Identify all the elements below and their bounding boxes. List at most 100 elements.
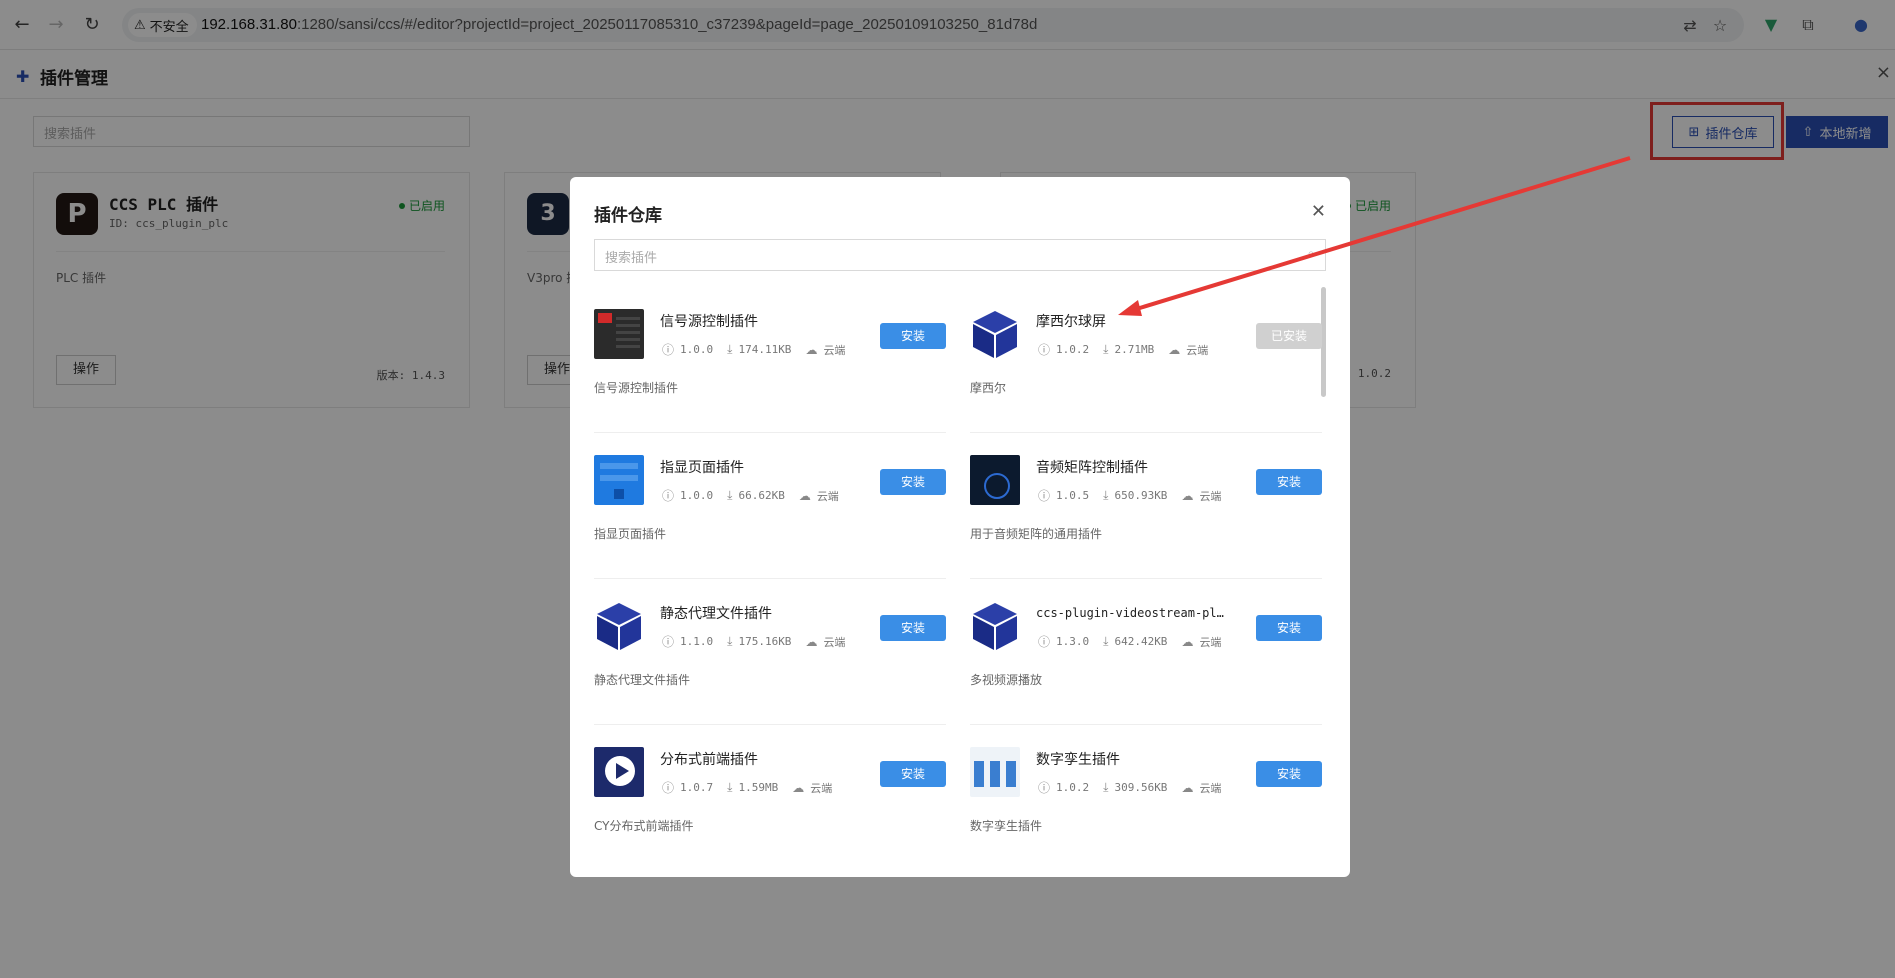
repo-plugin-name: 数字孪生插件 bbox=[1036, 752, 1120, 768]
divider bbox=[970, 578, 1322, 579]
repo-plugin-version: 1.0.5 bbox=[1056, 489, 1090, 502]
installed-button[interactable]: 已安装 bbox=[1256, 323, 1322, 349]
repo-plugin-source: 云端 bbox=[823, 635, 846, 649]
repo-plugin-item: 摩西尔球屏 ⓘ 1.0.2 ⤓ 2.71MB ☁ 云端 摩西尔 已安装 bbox=[970, 299, 1322, 435]
repo-plugin-name: 指显页面插件 bbox=[660, 460, 744, 476]
install-button[interactable]: 安装 bbox=[1256, 761, 1322, 787]
repo-plugin-size: 650.93KB bbox=[1114, 489, 1168, 502]
info-icon: ⓘ bbox=[662, 781, 675, 795]
repo-plugin-name: 分布式前端插件 bbox=[660, 752, 758, 768]
cube-icon bbox=[597, 603, 641, 650]
cloud-icon: ☁ bbox=[1181, 488, 1194, 503]
repo-plugin-item: 指显页面插件 ⓘ 1.0.0 ⤓ 66.62KB ☁ 云端 指显页面插件 安装 bbox=[594, 445, 946, 581]
install-button[interactable]: 安装 bbox=[880, 469, 946, 495]
repo-plugin-version: 1.3.0 bbox=[1056, 635, 1090, 648]
dialog-close-icon[interactable]: ✕ bbox=[1311, 201, 1326, 222]
repo-plugin-desc: 数字孪生插件 bbox=[970, 819, 1043, 833]
repo-plugin-source: 云端 bbox=[810, 781, 833, 795]
info-icon: ⓘ bbox=[662, 343, 675, 357]
download-icon: ⤓ bbox=[727, 780, 733, 794]
repo-plugin-size: 66.62KB bbox=[738, 489, 785, 502]
repo-plugin-version: 1.1.0 bbox=[680, 635, 714, 648]
install-button[interactable]: 安装 bbox=[880, 615, 946, 641]
download-icon: ⤓ bbox=[1103, 342, 1109, 356]
digital-twin-plugin-logo bbox=[970, 747, 1020, 797]
divider bbox=[594, 432, 946, 433]
repo-plugin-source: 云端 bbox=[1186, 343, 1209, 357]
cloud-icon: ☁ bbox=[1168, 342, 1181, 357]
repo-plugin-source: 云端 bbox=[1199, 489, 1222, 503]
download-icon: ⤓ bbox=[727, 342, 733, 356]
repo-plugin-version: 1.0.7 bbox=[680, 781, 714, 794]
repo-plugin-meta: ⓘ 1.3.0 ⤓ 642.42KB ☁ 云端 bbox=[1038, 633, 1221, 650]
repo-plugin-name: 音频矩阵控制插件 bbox=[1036, 460, 1148, 476]
divider bbox=[594, 578, 946, 579]
repo-plugin-desc: 信号源控制插件 bbox=[594, 381, 679, 395]
repo-plugin-item: 分布式前端插件 ⓘ 1.0.7 ⤓ 1.59MB ☁ 云端 CY分布式前端插件 安装 bbox=[594, 737, 946, 873]
install-button[interactable]: 安装 bbox=[880, 761, 946, 787]
repo-plugin-size: 2.71MB bbox=[1114, 343, 1155, 356]
repo-plugin-name: 静态代理文件插件 bbox=[660, 606, 772, 622]
repo-plugin-meta: ⓘ 1.1.0 ⤓ 175.16KB ☁ 云端 bbox=[662, 633, 845, 650]
divider bbox=[970, 724, 1322, 725]
repo-plugin-version: 1.0.0 bbox=[680, 489, 714, 502]
repo-plugin-meta: ⓘ 1.0.5 ⤓ 650.93KB ☁ 云端 bbox=[1038, 487, 1221, 504]
repo-plugin-source: 云端 bbox=[1199, 781, 1222, 795]
cloud-icon: ☁ bbox=[792, 780, 805, 795]
download-icon: ⤓ bbox=[1103, 488, 1109, 502]
cloud-icon: ☁ bbox=[1181, 634, 1194, 649]
dialog-search-placeholder: 搜索插件 bbox=[605, 251, 658, 266]
download-icon: ⤓ bbox=[727, 488, 733, 502]
dialog-title: 插件仓库 bbox=[594, 206, 662, 226]
download-icon: ⤓ bbox=[727, 634, 733, 648]
repo-plugin-size: 175.16KB bbox=[738, 635, 792, 648]
repo-plugin-desc: 摩西尔 bbox=[970, 381, 1007, 395]
info-icon: ⓘ bbox=[662, 489, 675, 503]
repo-plugin-name: 信号源控制插件 bbox=[660, 314, 758, 330]
play-icon bbox=[594, 747, 644, 797]
finger-display-plugin-logo bbox=[594, 455, 644, 505]
repo-plugin-meta: ⓘ 1.0.2 ⤓ 2.71MB ☁ 云端 bbox=[1038, 341, 1208, 358]
repo-plugin-meta: ⓘ 1.0.7 ⤓ 1.59MB ☁ 云端 bbox=[662, 779, 832, 796]
cloud-icon: ☁ bbox=[798, 488, 811, 503]
repo-plugin-name: ccs-plugin-videostream-pla… bbox=[1036, 606, 1226, 620]
plugin-repository-dialog: 插件仓库 ✕ 搜索插件 ⌕ 信号源控制插件 ⓘ 1.0.0 ⤓ 174.11KB ☁… bbox=[570, 177, 1350, 877]
audio-matrix-plugin-logo bbox=[970, 455, 1020, 505]
cube-icon bbox=[973, 311, 1017, 358]
repo-plugin-desc: 指显页面插件 bbox=[594, 527, 667, 541]
repo-plugin-item: ccs-plugin-videostream-pla… ⓘ 1.3.0 ⤓ 642.… bbox=[970, 591, 1322, 727]
download-icon: ⤓ bbox=[1103, 634, 1109, 648]
info-icon: ⓘ bbox=[1038, 635, 1051, 649]
install-button[interactable]: 安装 bbox=[1256, 615, 1322, 641]
repo-plugin-source: 云端 bbox=[1199, 635, 1222, 649]
info-icon: ⓘ bbox=[1038, 343, 1051, 357]
repo-plugin-meta: ⓘ 1.0.0 ⤓ 174.11KB ☁ 云端 bbox=[662, 341, 845, 358]
repo-plugin-item: 音频矩阵控制插件 ⓘ 1.0.5 ⤓ 650.93KB ☁ 云端 用于音频矩阵的通用插… bbox=[970, 445, 1322, 581]
cloud-icon: ☁ bbox=[1181, 780, 1194, 795]
repo-plugin-meta: ⓘ 1.0.2 ⤓ 309.56KB ☁ 云端 bbox=[1038, 779, 1221, 796]
repo-plugin-size: 309.56KB bbox=[1114, 781, 1168, 794]
repo-plugin-version: 1.0.0 bbox=[680, 343, 714, 356]
repo-plugin-desc: 用于音频矩阵的通用插件 bbox=[970, 527, 1103, 541]
repo-plugin-item: 信号源控制插件 ⓘ 1.0.0 ⤓ 174.11KB ☁ 云端 信号源控制插件 安装 bbox=[594, 299, 946, 435]
repo-plugin-size: 1.59MB bbox=[738, 781, 779, 794]
cloud-icon: ☁ bbox=[805, 342, 818, 357]
repo-plugin-item: 数字孪生插件 ⓘ 1.0.2 ⤓ 309.56KB ☁ 云端 数字孪生插件 安装 bbox=[970, 737, 1322, 873]
repo-plugin-desc: 静态代理文件插件 bbox=[594, 673, 691, 687]
repo-plugin-desc: CY分布式前端插件 bbox=[594, 819, 694, 833]
repo-plugin-name: 摩西尔球屏 bbox=[1036, 314, 1106, 330]
install-button[interactable]: 安装 bbox=[1256, 469, 1322, 495]
repo-plugin-version: 1.0.2 bbox=[1056, 343, 1090, 356]
repo-plugin-meta: ⓘ 1.0.0 ⤓ 66.62KB ☁ 云端 bbox=[662, 487, 839, 504]
cloud-icon: ☁ bbox=[805, 634, 818, 649]
download-icon: ⤓ bbox=[1103, 780, 1109, 794]
signal-source-plugin-logo bbox=[594, 309, 644, 359]
repo-plugin-source: 云端 bbox=[816, 489, 839, 503]
repo-plugin-size: 642.42KB bbox=[1114, 635, 1168, 648]
cube-icon bbox=[973, 603, 1017, 650]
dialog-search-input[interactable]: 搜索插件 ⌕ bbox=[594, 239, 1326, 271]
divider bbox=[594, 724, 946, 725]
repo-plugin-desc: 多视频源播放 bbox=[970, 673, 1043, 687]
install-button[interactable]: 安装 bbox=[880, 323, 946, 349]
info-icon: ⓘ bbox=[1038, 489, 1051, 503]
